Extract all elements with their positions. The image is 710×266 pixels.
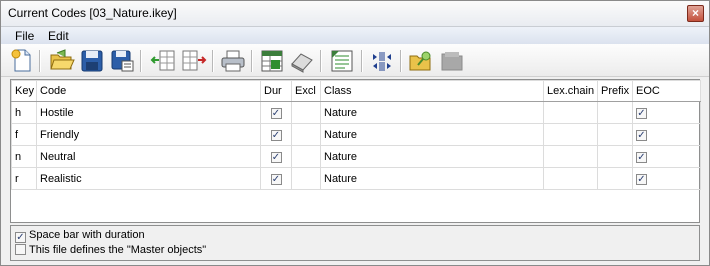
- eoc-checkbox[interactable]: ✓: [636, 129, 647, 141]
- codes-table-container: Key Code Dur Excl Class Lex.chain Prefix…: [10, 79, 701, 223]
- col-header-class[interactable]: Class: [320, 80, 544, 102]
- dur-checkbox[interactable]: ✓: [270, 107, 282, 119]
- cell-code[interactable]: Neutral: [36, 145, 261, 168]
- folder-key-icon: [409, 51, 431, 71]
- print-button[interactable]: [220, 48, 246, 73]
- save-as-button[interactable]: [109, 48, 135, 73]
- options-panel: ✓ Space bar with duration This file defin…: [10, 225, 700, 261]
- cell-excl[interactable]: [291, 145, 321, 168]
- cell-key[interactable]: h: [11, 101, 37, 124]
- close-button[interactable]: ×: [687, 5, 704, 22]
- new-document-icon: [11, 49, 31, 72]
- col-header-dur[interactable]: Dur: [260, 80, 292, 102]
- space-bar-label: Space bar with duration: [29, 229, 145, 241]
- menu-file[interactable]: File: [15, 29, 34, 43]
- current-codes-window: Current Codes [03_Nature.ikey] × File Ed…: [0, 0, 710, 266]
- export-table-icon: [261, 50, 283, 72]
- cell-prefix[interactable]: [597, 167, 633, 190]
- eoc-checkbox[interactable]: ✓: [636, 173, 647, 185]
- edit-sheet-button[interactable]: [329, 48, 355, 73]
- cell-class[interactable]: Nature: [320, 123, 544, 146]
- col-header-eoc[interactable]: EOC: [632, 80, 701, 102]
- cell-code[interactable]: Hostile: [36, 101, 261, 124]
- insert-row-right-button[interactable]: [181, 48, 207, 73]
- cell-key[interactable]: f: [11, 123, 37, 146]
- eoc-checkbox[interactable]: ✓: [636, 107, 647, 119]
- cell-class[interactable]: Nature: [320, 145, 544, 168]
- cell-prefix[interactable]: [597, 101, 633, 124]
- dur-checkbox[interactable]: ✓: [270, 151, 282, 163]
- folder-key-button[interactable]: [408, 48, 434, 73]
- save-button[interactable]: [79, 48, 105, 73]
- columns-button[interactable]: [369, 48, 395, 73]
- col-header-excl[interactable]: Excl: [291, 80, 321, 102]
- open-folder-icon: [50, 49, 75, 70]
- print-icon: [221, 50, 245, 72]
- columns-arrows-icon: [373, 52, 391, 71]
- col-header-prefix[interactable]: Prefix: [597, 80, 633, 102]
- cell-class[interactable]: Nature: [320, 101, 544, 124]
- eraser-icon: [291, 53, 313, 73]
- space-bar-option[interactable]: ✓ Space bar with duration: [15, 229, 145, 243]
- cell-lexchain[interactable]: [543, 123, 598, 146]
- toolbar-separator: [361, 50, 363, 72]
- cell-lexchain[interactable]: [543, 145, 598, 168]
- toolbar-separator: [251, 50, 253, 72]
- cell-code[interactable]: Realistic: [36, 167, 261, 190]
- table-row[interactable]: h Hostile ✓ Nature ✓: [11, 101, 701, 124]
- col-header-lexchain[interactable]: Lex.chain: [543, 80, 598, 102]
- insert-row-left-icon: [150, 50, 175, 71]
- toolbar-separator: [140, 50, 142, 72]
- master-objects-option[interactable]: This file defines the "Master objects": [15, 244, 206, 258]
- table-header-row: Key Code Dur Excl Class Lex.chain Prefix…: [11, 80, 701, 102]
- cell-code[interactable]: Friendly: [36, 123, 261, 146]
- export-table-button[interactable]: [259, 48, 285, 73]
- title-bar[interactable]: Current Codes [03_Nature.ikey] ×: [1, 1, 709, 27]
- insert-row-right-icon: [182, 50, 207, 71]
- toolbar-separator: [212, 50, 214, 72]
- save-as-icon: [111, 50, 134, 72]
- cell-class[interactable]: Nature: [320, 167, 544, 190]
- menu-edit[interactable]: Edit: [48, 29, 69, 43]
- cell-excl[interactable]: [291, 167, 321, 190]
- insert-row-left-button[interactable]: [150, 48, 176, 73]
- cell-excl[interactable]: [291, 101, 321, 124]
- eoc-checkbox[interactable]: ✓: [636, 151, 647, 163]
- codes-table: Key Code Dur Excl Class Lex.chain Prefix…: [11, 80, 701, 190]
- table-row[interactable]: n Neutral ✓ Nature ✓: [11, 145, 701, 168]
- dur-checkbox[interactable]: ✓: [270, 129, 282, 141]
- cell-prefix[interactable]: [597, 123, 633, 146]
- table-row[interactable]: r Realistic ✓ Nature ✓: [11, 167, 701, 190]
- cell-prefix[interactable]: [597, 145, 633, 168]
- cell-lexchain[interactable]: [543, 167, 598, 190]
- col-header-key[interactable]: Key: [11, 80, 37, 102]
- toolbar-separator: [39, 50, 41, 72]
- cell-key[interactable]: n: [11, 145, 37, 168]
- toolbar-separator: [400, 50, 402, 72]
- master-objects-checkbox[interactable]: [15, 244, 26, 255]
- open-button[interactable]: [49, 48, 75, 73]
- master-objects-label: This file defines the "Master objects": [29, 244, 207, 256]
- toolbar-separator: [320, 50, 322, 72]
- new-document-button[interactable]: [9, 48, 35, 73]
- menu-bar: File Edit: [1, 27, 709, 44]
- table-row[interactable]: f Friendly ✓ Nature ✓: [11, 123, 701, 146]
- toolbar: [1, 44, 709, 77]
- dur-checkbox[interactable]: ✓: [270, 173, 282, 185]
- window-title: Current Codes [03_Nature.ikey]: [8, 6, 177, 20]
- cell-lexchain[interactable]: [543, 101, 598, 124]
- eraser-button[interactable]: [289, 48, 315, 73]
- col-header-code[interactable]: Code: [36, 80, 261, 102]
- cell-key[interactable]: r: [11, 167, 37, 190]
- cell-excl[interactable]: [291, 123, 321, 146]
- space-bar-checkbox[interactable]: ✓: [15, 232, 26, 243]
- disabled-folder-button[interactable]: [439, 48, 465, 73]
- edit-sheet-icon: [331, 50, 353, 72]
- disabled-folder-icon: [441, 52, 463, 71]
- save-icon: [81, 50, 103, 72]
